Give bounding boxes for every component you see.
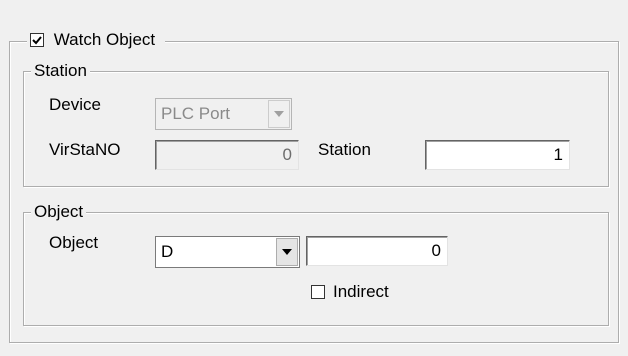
virstano-field[interactable]: 0 [155,140,299,170]
object-type-value: D [161,242,174,261]
station-field[interactable]: 1 [425,140,570,170]
watch-object-label: Watch Object [53,30,156,49]
chevron-down-icon [274,111,284,117]
station-label: Station [318,140,371,159]
indirect-label: Indirect [333,282,389,301]
object-legend: Object [31,202,87,222]
watch-object-legend: Watch Object [27,30,166,52]
device-label: Device [49,95,101,114]
device-select-button[interactable] [268,100,290,128]
object-type-button[interactable] [276,238,298,266]
chevron-down-icon [282,249,292,255]
check-icon [32,36,42,45]
object-label: Object [49,233,99,252]
indirect-checkbox[interactable] [311,285,325,299]
station-legend: Station [31,61,90,81]
object-group [23,212,609,326]
object-address-field[interactable]: 0 [306,236,448,266]
object-type-select[interactable]: D [155,236,300,268]
device-select-value: PLC Port [161,104,230,123]
device-select[interactable]: PLC Port [155,98,292,130]
virstano-label: VirStaNO [49,140,121,159]
watch-object-checkbox[interactable] [30,33,44,47]
